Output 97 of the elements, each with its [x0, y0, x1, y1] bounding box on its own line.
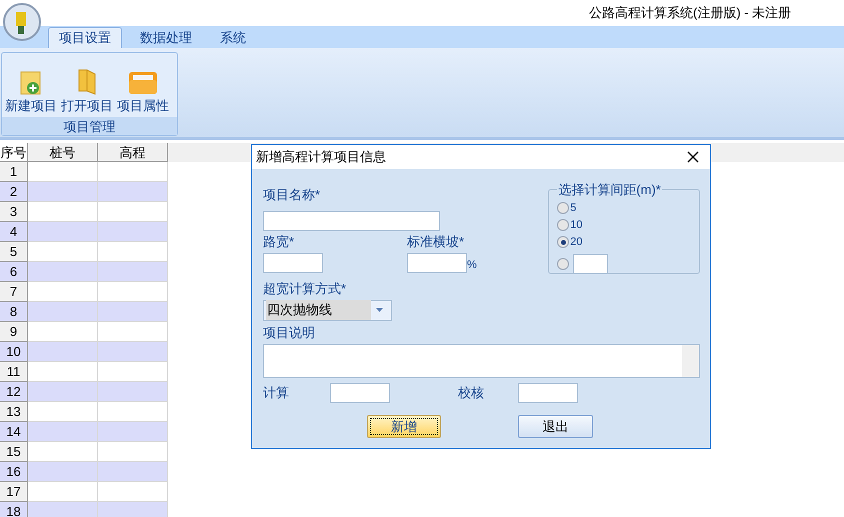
group-legend: 选择计算间距(m)* — [557, 180, 662, 200]
option-label: 20 — [570, 234, 583, 250]
table-cell[interactable] — [98, 222, 168, 242]
row-header[interactable]: 10 — [0, 342, 28, 362]
dialog-button[interactable]: 新增 — [367, 415, 441, 438]
table-cell[interactable] — [28, 342, 98, 362]
table-cell[interactable] — [28, 362, 98, 382]
option-label: 5 — [570, 200, 576, 216]
ribbon-button[interactable]: 新建项目 — [4, 68, 58, 115]
menu-tab[interactable]: 项目设置 — [48, 27, 122, 48]
table-cell[interactable] — [98, 242, 168, 262]
input-field[interactable] — [518, 383, 578, 403]
input-field[interactable] — [263, 210, 440, 230]
row-header[interactable]: 4 — [0, 222, 28, 242]
row-header[interactable]: 12 — [0, 382, 28, 402]
row-header[interactable]: 16 — [0, 462, 28, 482]
table-cell[interactable] — [28, 162, 98, 182]
row-header[interactable]: 9 — [0, 322, 28, 342]
table-cell[interactable] — [28, 462, 98, 482]
column-header[interactable]: 高程 — [98, 143, 168, 162]
menu-tab[interactable]: 系统 — [210, 27, 256, 48]
row-header[interactable]: 13 — [0, 402, 28, 422]
row-header[interactable]: 8 — [0, 302, 28, 322]
ribbon-button[interactable]: 打开项目 — [60, 68, 114, 115]
row-header[interactable]: 1 — [0, 162, 28, 182]
table-cell[interactable] — [28, 222, 98, 242]
table-cell[interactable] — [28, 282, 98, 302]
input-field[interactable] — [407, 253, 467, 273]
radio-button[interactable] — [557, 219, 570, 231]
table-cell[interactable] — [28, 242, 98, 262]
row-header[interactable]: 17 — [0, 482, 28, 502]
column-header[interactable]: 序号 — [0, 143, 28, 162]
dropdown-value: 四次抛物线 — [266, 300, 371, 320]
table-cell[interactable] — [28, 302, 98, 322]
row-header[interactable]: 6 — [0, 262, 28, 282]
table-cell[interactable] — [98, 322, 168, 342]
table-cell[interactable] — [28, 182, 98, 202]
radio-button[interactable] — [557, 258, 570, 270]
group-label: 项目管理 — [2, 117, 177, 135]
row-header[interactable]: 3 — [0, 202, 28, 222]
table-cell[interactable] — [98, 462, 168, 482]
unit-label: % — [467, 258, 477, 272]
table-cell[interactable] — [98, 482, 168, 502]
column-header[interactable]: 桩号 — [28, 143, 98, 162]
radio-button[interactable] — [557, 236, 570, 248]
table-cell[interactable] — [28, 502, 98, 517]
field-label: 标准横坡* — [407, 232, 466, 250]
row-header[interactable]: 11 — [0, 362, 28, 382]
option-label: 10 — [570, 218, 583, 233]
dialog-button[interactable]: 退出 — [518, 415, 593, 438]
field-label: 项目说明 — [263, 324, 316, 342]
input-field[interactable] — [573, 254, 608, 274]
field-label: 校核 — [458, 384, 485, 402]
table-cell[interactable] — [98, 362, 168, 382]
table-cell[interactable] — [98, 502, 168, 517]
input-field[interactable] — [330, 383, 390, 403]
table-cell[interactable] — [98, 422, 168, 442]
row-header[interactable]: 15 — [0, 442, 28, 462]
table-cell[interactable] — [98, 342, 168, 362]
table-cell[interactable] — [98, 382, 168, 402]
table-cell[interactable] — [98, 302, 168, 322]
table-cell[interactable] — [98, 202, 168, 222]
window-title: 公路高程计算系统(注册版) - 未注册 — [589, 4, 792, 22]
field-label: 项目名称* — [263, 186, 322, 204]
table-cell[interactable] — [28, 382, 98, 402]
dropdown[interactable]: 四次抛物线 — [263, 300, 392, 320]
row-header[interactable]: 18 — [0, 502, 28, 517]
caret-icon — [376, 308, 383, 312]
input-field[interactable] — [263, 253, 323, 273]
table-cell[interactable] — [98, 442, 168, 462]
folder-icon — [76, 68, 98, 96]
table-cell[interactable] — [98, 282, 168, 302]
table-cell[interactable] — [28, 422, 98, 442]
table-cell[interactable] — [98, 262, 168, 282]
menu-tab[interactable]: 数据处理 — [130, 27, 202, 48]
table-cell[interactable] — [28, 482, 98, 502]
ribbon-button[interactable]: 项目属性 — [116, 70, 170, 115]
table-cell[interactable] — [98, 182, 168, 202]
folder-icon — [128, 70, 158, 96]
radio-button[interactable] — [557, 202, 570, 214]
scrollbar[interactable] — [682, 345, 699, 377]
row-header[interactable]: 5 — [0, 242, 28, 262]
field-label: 超宽计算方式* — [263, 280, 348, 298]
row-header[interactable]: 14 — [0, 422, 28, 442]
table-cell[interactable] — [98, 162, 168, 182]
table-cell[interactable] — [28, 322, 98, 342]
row-header[interactable]: 2 — [0, 182, 28, 202]
field-label: 路宽* — [263, 232, 296, 250]
table-cell[interactable] — [98, 402, 168, 422]
text-area[interactable] — [263, 344, 700, 378]
row-header[interactable]: 7 — [0, 282, 28, 302]
table-cell[interactable] — [28, 262, 98, 282]
dialog-title: 新增高程计算项目信息 — [256, 148, 386, 166]
table-cell[interactable] — [28, 202, 98, 222]
table-cell[interactable] — [28, 442, 98, 462]
table-cell[interactable] — [28, 402, 98, 422]
field-label: 计算 — [263, 384, 290, 402]
